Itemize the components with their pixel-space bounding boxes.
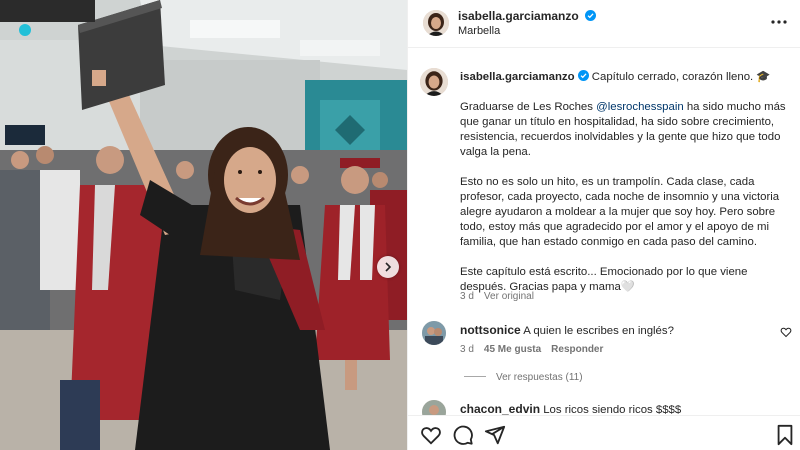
- more-options-icon[interactable]: [769, 12, 789, 32]
- comment-likes[interactable]: 45 Me gusta: [484, 344, 541, 355]
- caption-text: Graduarse de Les Roches: [460, 101, 597, 113]
- post-panel: isabella.garciamanzo Marbella isabella.g…: [407, 0, 800, 450]
- post-header: isabella.garciamanzo Marbella: [408, 0, 800, 48]
- commenter-avatar[interactable]: [422, 321, 446, 345]
- share-icon[interactable]: [484, 424, 506, 446]
- caption-first-line: isabella.garciamanzo Capítulo cerrado, c…: [460, 70, 795, 85]
- mention-link[interactable]: @lesrochesspain: [596, 101, 684, 113]
- next-photo-button[interactable]: [377, 256, 399, 278]
- action-bar: [408, 415, 800, 450]
- caption-title: Capítulo cerrado, corazón lleno. 🎓: [591, 71, 771, 83]
- verified-badge-icon: [577, 70, 589, 81]
- comment: nottsonice A quien le escribes en inglés…: [460, 323, 674, 337]
- heart-icon[interactable]: [420, 424, 442, 446]
- replies-divider: [464, 376, 486, 377]
- caption-paragraph-1: Graduarse de Les Roches @lesrochesspain …: [460, 100, 795, 160]
- post-location[interactable]: Marbella: [458, 25, 500, 37]
- view-replies-label: Ver respuestas (11): [496, 372, 583, 383]
- see-original-link[interactable]: Ver original: [484, 291, 534, 302]
- graduation-photo: [0, 0, 407, 450]
- comment-icon[interactable]: [452, 424, 474, 446]
- caption-meta: 3 d Ver original: [460, 291, 534, 302]
- caption-paragraph-2: Esto no es solo un hito, es un trampolín…: [460, 176, 780, 248]
- view-replies-button[interactable]: Ver respuestas (11): [464, 372, 583, 383]
- post-caption: isabella.garciamanzo Capítulo cerrado, c…: [460, 70, 795, 310]
- comment-username[interactable]: chacon_edvin: [460, 402, 540, 416]
- post-photo[interactable]: [0, 0, 407, 450]
- comment-meta: 3 d 45 Me gusta Responder: [460, 344, 603, 355]
- author-username[interactable]: isabella.garciamanzo: [458, 9, 579, 23]
- author-username-row: isabella.garciamanzo: [458, 9, 597, 23]
- caption-time[interactable]: 3 d: [460, 291, 474, 302]
- caption-avatar[interactable]: [420, 68, 448, 96]
- author-avatar[interactable]: [423, 10, 449, 36]
- comment-username[interactable]: nottsonice: [460, 323, 521, 337]
- caption-username[interactable]: isabella.garciamanzo: [460, 71, 575, 83]
- comment-time[interactable]: 3 d: [460, 344, 474, 355]
- chevron-right-icon: [385, 262, 392, 272]
- comment: chacon_edvin Los ricos siendo ricos $$$$: [460, 402, 681, 416]
- comment-body: A quien le escribes en inglés?: [523, 325, 674, 337]
- comment-like-heart-icon[interactable]: [780, 326, 792, 338]
- reply-button[interactable]: Responder: [551, 344, 603, 355]
- verified-badge-icon: [585, 10, 597, 21]
- bookmark-icon[interactable]: [774, 424, 796, 446]
